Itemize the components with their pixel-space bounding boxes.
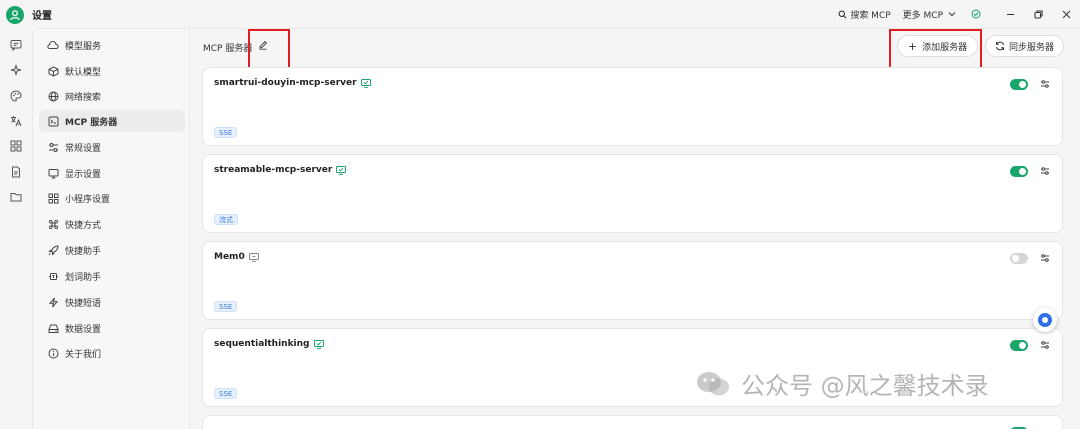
server-name: streamable-mcp-server (214, 165, 333, 175)
server-enable-toggle[interactable] (1010, 79, 1028, 90)
close-button[interactable] (1052, 0, 1080, 28)
server-name: smartrui-douyin-mcp-server (214, 78, 357, 88)
cube-icon (47, 65, 59, 77)
drive-icon (47, 322, 59, 334)
nav-item-general-settings[interactable]: 常规设置 (39, 136, 185, 158)
server-name: sequentialthinking (214, 339, 310, 349)
command-icon (47, 218, 59, 230)
nav-label: 划词助手 (65, 272, 102, 283)
server-card[interactable]: smartrui-douyin-mcp-server SSE (202, 67, 1063, 146)
server-name-row: sequentialthinking (214, 339, 324, 349)
nav-label: 快捷短语 (65, 298, 102, 309)
more-mcp-label: 更多 MCP (902, 10, 943, 21)
page-title: MCP 服务器 (203, 44, 253, 54)
window-title: 设置 (32, 11, 52, 22)
server-type-badge: 流式 (214, 214, 238, 225)
nav-label: 快捷方式 (65, 220, 102, 231)
server-enable-toggle[interactable] (1010, 166, 1028, 177)
minimize-button[interactable] (996, 0, 1024, 28)
floating-assistant-button[interactable] (1033, 308, 1057, 332)
server-icon (47, 115, 59, 127)
nav-item-data-settings[interactable]: 数据设置 (39, 317, 185, 339)
more-mcp-dropdown[interactable]: 更多 MCP (903, 8, 959, 21)
sync-servers-button[interactable]: 同步服务器 (985, 35, 1064, 57)
nav-label: 模型服务 (65, 41, 102, 52)
server-enable-toggle[interactable] (1010, 253, 1028, 264)
zap-icon (47, 296, 59, 308)
nav-label: 数据设置 (65, 324, 102, 335)
server-enable-toggle[interactable] (1010, 340, 1028, 351)
palette-icon[interactable] (9, 89, 23, 103)
nav-label: MCP 服务器 (65, 117, 118, 128)
nav-item-mcp-servers[interactable]: MCP 服务器 (39, 110, 185, 132)
chat-icon[interactable] (9, 38, 23, 52)
assistant-icon (1038, 313, 1052, 327)
restore-button[interactable] (1024, 0, 1052, 28)
nav-item-display-settings[interactable]: 显示设置 (39, 162, 185, 184)
user-avatar-icon[interactable] (6, 6, 24, 24)
settings-sliders-icon[interactable] (1040, 340, 1050, 353)
server-name-row: smartrui-douyin-mcp-server (214, 78, 371, 88)
nav-item-shortcuts[interactable]: 快捷方式 (39, 213, 185, 235)
search-icon (838, 10, 847, 18)
server-name-row: streamable-mcp-server (214, 165, 347, 175)
monitor-icon (47, 167, 59, 179)
nav-item-quick-phrases[interactable]: 快捷短语 (39, 291, 185, 313)
status-ok-icon (971, 9, 984, 19)
cloud-icon (47, 39, 59, 51)
nav-label: 网络搜索 (65, 92, 102, 103)
server-name: Mem0 (214, 252, 245, 262)
nav-label: 默认模型 (65, 67, 102, 78)
icon-rail (0, 28, 32, 429)
watermark-text: 公众号 @风之馨技术录 (741, 372, 989, 400)
settings-sliders-icon[interactable] (1040, 253, 1050, 266)
folder-icon[interactable] (9, 190, 23, 204)
chevron-down-icon (948, 12, 956, 17)
wechat-logo-icon (697, 371, 729, 395)
nav-item-web-search[interactable]: 网络搜索 (39, 85, 185, 107)
monitor-status-icon (248, 252, 259, 262)
sparkle-icon[interactable] (9, 63, 23, 77)
server-type-badge: SSE (214, 127, 238, 138)
title-bar: 设置 搜索 MCP 更多 MCP (0, 0, 1080, 28)
nav-label: 小程序设置 (65, 194, 111, 205)
nav-item-selection-assistant[interactable]: 划词助手 (39, 265, 185, 287)
watermark: 公众号 @风之馨技术录 (695, 366, 989, 401)
server-card[interactable] (202, 415, 1063, 429)
sync-servers-label: 同步服务器 (1008, 42, 1054, 53)
highlight-box-add (889, 29, 982, 70)
sliders-icon (47, 141, 59, 153)
server-type-badge: SSE (214, 301, 238, 312)
server-card[interactable]: streamable-mcp-server 流式 (202, 154, 1063, 233)
apps-grid-icon[interactable] (9, 139, 23, 153)
settings-nav: 模型服务 默认模型 网络搜索 MCP 服务器 常规设置 显示设置 小程序设置 快… (32, 28, 190, 429)
rocket-icon (47, 244, 59, 256)
search-mcp-button[interactable]: 搜索 MCP (838, 8, 891, 21)
nav-label: 关于我们 (65, 349, 102, 360)
server-type-badge: SSE (214, 388, 238, 399)
monitor-status-icon (360, 78, 371, 88)
info-icon (47, 347, 59, 359)
nav-item-miniapp-settings[interactable]: 小程序设置 (39, 187, 185, 209)
monitor-status-icon (313, 339, 324, 349)
nav-item-default-model[interactable]: 默认模型 (39, 60, 185, 82)
grid-icon (47, 192, 59, 204)
sync-icon (995, 41, 1004, 51)
nav-item-model-service[interactable]: 模型服务 (39, 34, 185, 56)
file-icon[interactable] (9, 165, 23, 179)
monitor-status-icon (336, 165, 347, 175)
server-card[interactable]: Mem0 SSE (202, 241, 1063, 320)
settings-sliders-icon[interactable] (1040, 166, 1050, 179)
text-select-icon (47, 270, 59, 282)
nav-item-about[interactable]: 关于我们 (39, 342, 185, 364)
translate-icon[interactable] (9, 114, 23, 128)
settings-sliders-icon[interactable] (1040, 79, 1050, 92)
search-mcp-label: 搜索 MCP (850, 10, 891, 21)
nav-item-quick-assistant[interactable]: 快捷助手 (39, 239, 185, 261)
nav-label: 快捷助手 (65, 246, 102, 257)
server-name-row: Mem0 (214, 252, 259, 262)
globe-icon (47, 90, 59, 102)
nav-label: 显示设置 (65, 169, 102, 180)
nav-label: 常规设置 (65, 143, 102, 154)
